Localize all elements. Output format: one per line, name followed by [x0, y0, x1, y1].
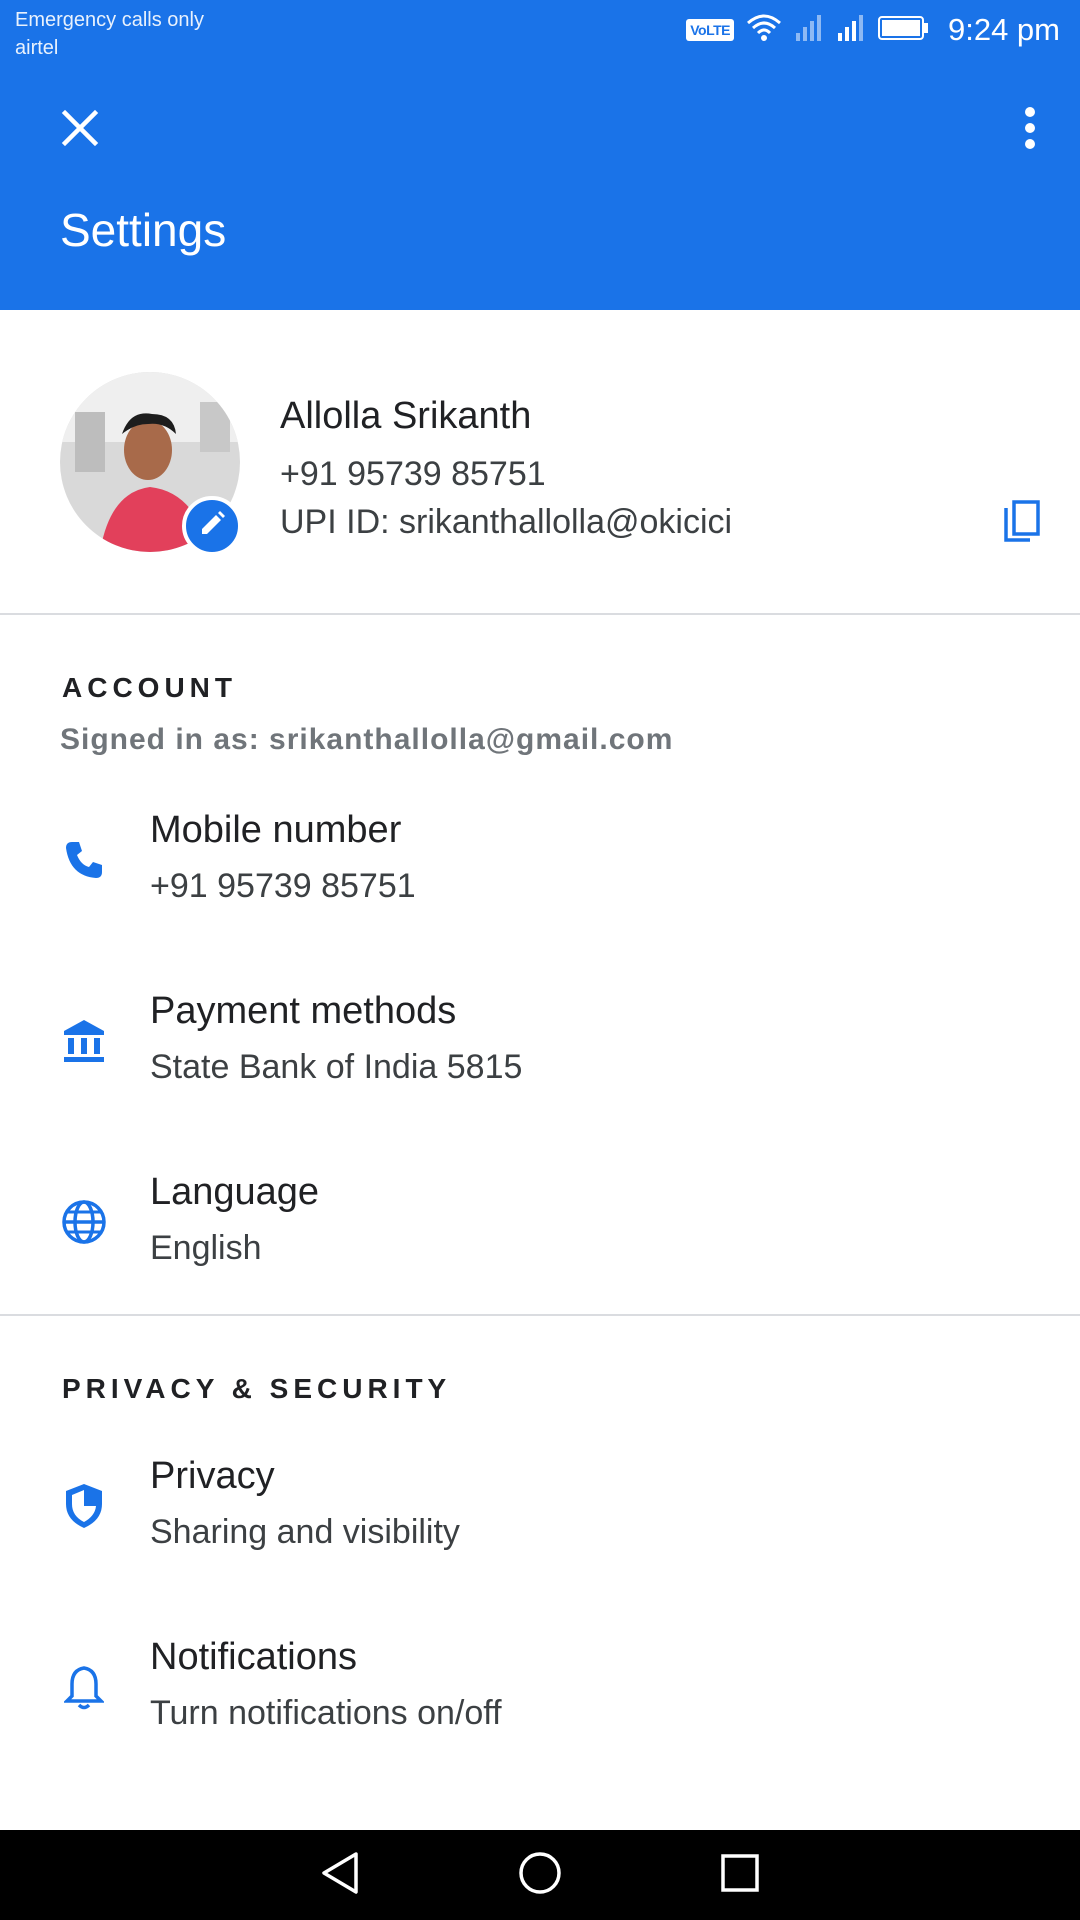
bell-icon	[60, 1663, 108, 1711]
divider	[0, 613, 1080, 615]
section-header-account: ACCOUNT	[62, 672, 237, 703]
profile-card[interactable]: Allolla Srikanth +91 95739 85751 UPI ID:…	[0, 312, 1080, 614]
carrier-line-1: Emergency calls only	[15, 9, 204, 31]
more-vert-icon	[1024, 106, 1036, 155]
settings-item-language[interactable]: Language English	[0, 1142, 1080, 1302]
settings-screen: Emergency calls only airtel VoLTE 9:24 p…	[0, 0, 1080, 1920]
item-subtitle: State Bank of India 5815	[150, 1048, 523, 1086]
profile-upi-id: UPI ID: srikanthallolla@okicici	[280, 503, 733, 541]
volte-badge: VoLTE	[686, 19, 734, 41]
battery-icon	[877, 15, 930, 46]
item-title: Language	[150, 1171, 320, 1213]
item-title: Mobile number	[150, 809, 402, 851]
item-title: Payment methods	[150, 990, 457, 1032]
profile-name: Allolla Srikanth	[280, 395, 532, 437]
avatar-container[interactable]	[60, 372, 242, 556]
navigation-bar	[0, 1830, 1080, 1920]
signed-in-as: Signed in as: srikanthallolla@gmail.com	[60, 723, 674, 756]
page-title: Settings	[60, 204, 227, 256]
wifi-icon	[746, 13, 782, 48]
app-header: Emergency calls only airtel VoLTE 9:24 p…	[0, 0, 1080, 310]
recents-icon	[719, 1852, 761, 1899]
close-icon	[61, 109, 99, 152]
item-title: Privacy	[150, 1455, 275, 1497]
settings-item-notifications[interactable]: Notifications Turn notifications on/off	[0, 1607, 1080, 1767]
bank-icon	[60, 1017, 108, 1065]
item-subtitle: Sharing and visibility	[150, 1513, 460, 1551]
home-icon	[517, 1850, 563, 1901]
item-subtitle: +91 95739 85751	[150, 867, 416, 905]
copy-icon	[1002, 499, 1042, 549]
signal-icon	[836, 13, 866, 48]
status-carrier: Emergency calls only airtel	[15, 6, 204, 62]
phone-icon	[60, 836, 108, 884]
divider	[0, 1314, 1080, 1316]
item-title: Notifications	[150, 1636, 357, 1678]
more-options-button[interactable]	[1004, 102, 1056, 158]
status-icons: VoLTE 9:24 pm	[686, 8, 1060, 52]
nav-back-button[interactable]	[310, 1845, 370, 1905]
settings-item-mobile-number[interactable]: Mobile number +91 95739 85751	[0, 780, 1080, 940]
nav-home-button[interactable]	[510, 1845, 570, 1905]
copy-upi-button[interactable]	[992, 494, 1052, 554]
pencil-icon	[198, 510, 226, 543]
edit-photo-button[interactable]	[182, 496, 242, 556]
globe-icon	[60, 1198, 108, 1246]
section-header-privacy-security: PRIVACY & SECURITY	[62, 1373, 452, 1404]
item-subtitle: English	[150, 1229, 262, 1267]
nav-recents-button[interactable]	[710, 1845, 770, 1905]
profile-phone: +91 95739 85751	[280, 455, 546, 493]
close-button[interactable]	[52, 102, 108, 158]
shield-icon	[60, 1482, 108, 1530]
item-subtitle: Turn notifications on/off	[150, 1694, 502, 1732]
carrier-line-2: airtel	[15, 37, 59, 59]
settings-item-privacy[interactable]: Privacy Sharing and visibility	[0, 1426, 1080, 1586]
status-time: 9:24 pm	[947, 12, 1060, 47]
settings-item-payment-methods[interactable]: Payment methods State Bank of India 5815	[0, 961, 1080, 1121]
back-icon	[318, 1850, 362, 1901]
signal-weak-icon	[794, 13, 824, 48]
